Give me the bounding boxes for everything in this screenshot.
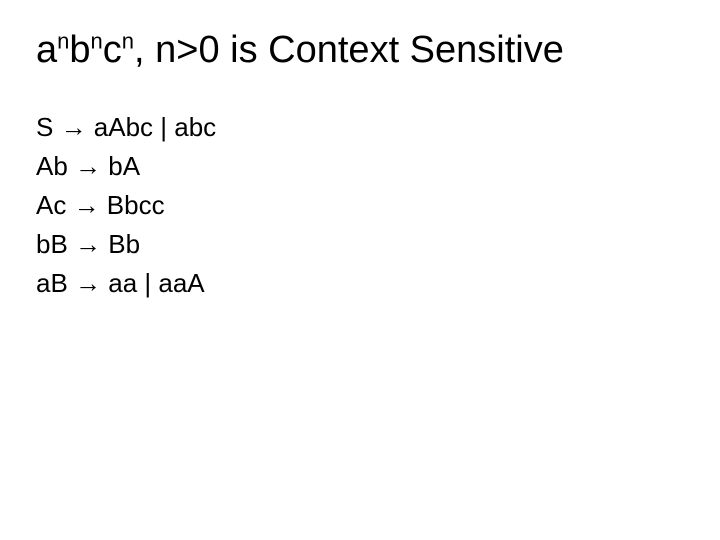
title-a: a xyxy=(36,29,57,71)
slide-title: anbncn, n>0 is Context Sensitive xyxy=(36,28,684,74)
title-rest: , n>0 is Context Sensitive xyxy=(134,29,564,71)
slide: anbncn, n>0 is Context Sensitive S → aAb… xyxy=(0,0,720,540)
title-c: c xyxy=(103,29,122,71)
title-b: b xyxy=(69,29,90,71)
title-b-sup: n xyxy=(91,28,103,53)
rule-line: aB → aa | aaA xyxy=(36,264,684,303)
rule-line: S → aAbc | abc xyxy=(36,108,684,147)
title-a-sup: n xyxy=(57,28,69,53)
rule-line: Ab → bA xyxy=(36,147,684,186)
rule-line: bB → Bb xyxy=(36,225,684,264)
grammar-rules: S → aAbc | abc Ab → bA Ac → Bbcc bB → Bb… xyxy=(36,108,684,303)
title-c-sup: n xyxy=(122,28,134,53)
rule-line: Ac → Bbcc xyxy=(36,186,684,225)
